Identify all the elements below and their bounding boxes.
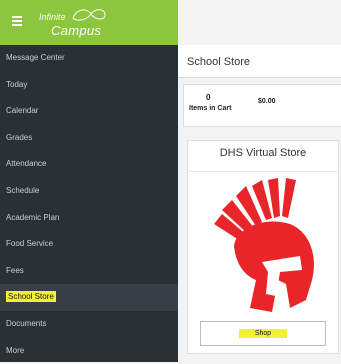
sidebar-item-label: Schedule (6, 185, 40, 195)
cart-count: 0 (206, 93, 211, 102)
sidebar-item-calendar[interactable]: Calendar (0, 98, 178, 125)
sidebar-item-school-store[interactable]: School Store (0, 284, 178, 311)
sidebar-item-label: More (6, 345, 25, 355)
sidebar-item-label: Message Center (6, 53, 65, 62)
sidebar-item-message-center[interactable]: Message Center (0, 45, 178, 72)
sidebar-item-label: Grades (6, 132, 33, 142)
top-bar: Infinite Campus (0, 0, 178, 45)
hamburger-menu-icon[interactable] (12, 16, 22, 26)
shop-button[interactable]: Shop (200, 321, 326, 346)
card-divider (188, 171, 338, 172)
sidebar-item-label: Food Service (6, 239, 54, 249)
sidebar-item-attendance[interactable]: Attendance (0, 151, 178, 178)
sidebar-item-today[interactable]: Today (0, 72, 178, 99)
infinite-campus-logo[interactable]: Infinite Campus (37, 6, 127, 40)
cart-summary[interactable]: 0 Items in Cart $0.00 (183, 84, 341, 127)
sidebar-item-schedule[interactable]: Schedule (0, 178, 178, 205)
sidebar-item-label: Documents (6, 318, 47, 328)
sidebar-item-documents[interactable]: Documents (0, 311, 178, 338)
sidebar-item-label: Fees (6, 265, 24, 275)
sidebar-item-label: Academic Plan (6, 212, 60, 222)
shop-button-label: Shop (238, 329, 288, 338)
sidebar-nav: Message Center Today Calendar Grades Att… (0, 45, 178, 362)
sidebar-item-label: Calendar (6, 106, 39, 116)
cart-total: $0.00 (258, 98, 276, 105)
sidebar-item-academic-plan[interactable]: Academic Plan (0, 205, 178, 232)
sidebar-item-label: Today (6, 79, 28, 89)
cart-items-label: Items in Cart (189, 105, 232, 112)
sidebar-item-grades[interactable]: Grades (0, 125, 178, 152)
logo-swoosh-icon (72, 9, 106, 21)
store-card: DHS Virtual Store Shop (187, 140, 339, 354)
sidebar-item-label: Attendance (6, 159, 47, 169)
main-content: School Store 0 Items in Cart $0.00 DHS V… (178, 45, 341, 362)
sidebar-item-more[interactable]: More (0, 338, 178, 364)
page-title: School Store (187, 56, 250, 68)
sidebar-item-fees[interactable]: Fees (0, 258, 178, 285)
spartan-helmet-logo (214, 178, 314, 312)
store-name: DHS Virtual Store (219, 147, 307, 159)
sidebar-item-label: School Store (6, 291, 56, 303)
sidebar-item-food-service[interactable]: Food Service (0, 231, 178, 258)
page-header: School Store (178, 45, 341, 78)
